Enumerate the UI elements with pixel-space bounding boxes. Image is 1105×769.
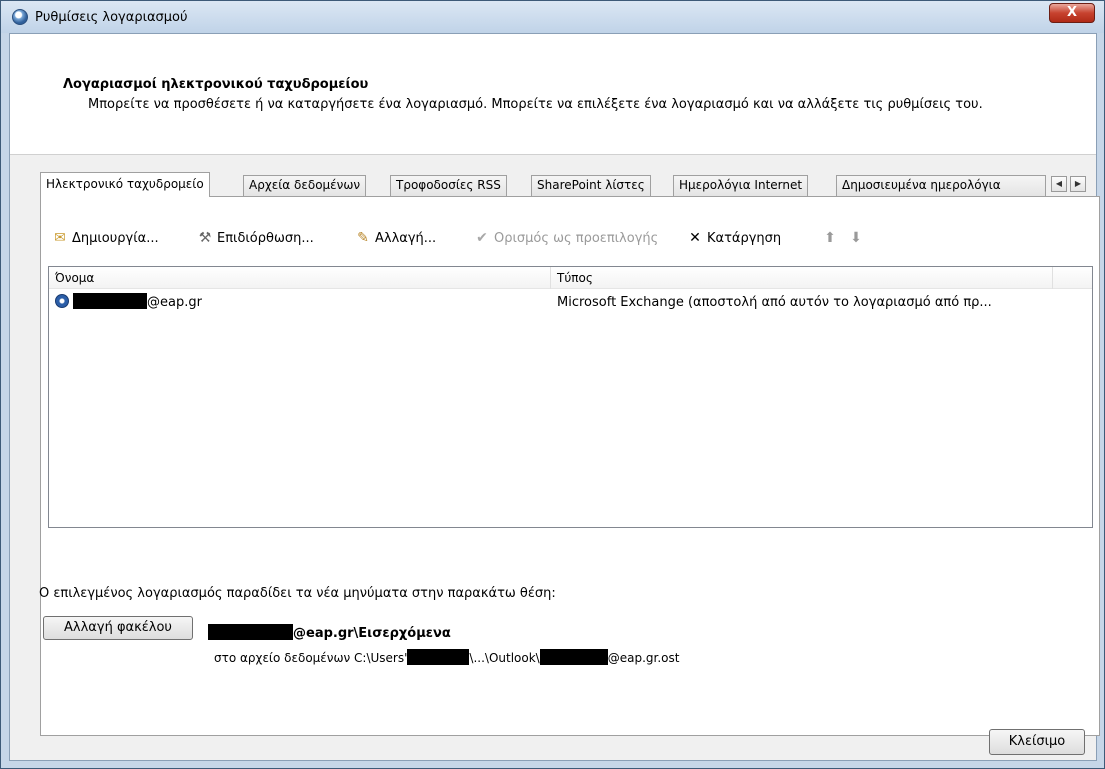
change-button[interactable]: ✎ Αλλαγή... [354, 227, 436, 249]
new-mail-icon: ✉ [54, 230, 66, 246]
redacted-folder-user [208, 624, 293, 640]
list-header: Όνομα Τύπος [49, 267, 1092, 289]
change-label: Αλλαγή... [375, 231, 437, 246]
delivery-folder-path: @eap.gr\Εισερχόμενα [208, 624, 451, 641]
redacted-file-user [539, 649, 608, 665]
move-up-button[interactable]: ⬆ [821, 227, 842, 249]
repair-tools-icon: ⚒ [198, 230, 212, 246]
account-toolbar: ✉ Δημιουργία... ⚒ Επιδιόρθωση... ✎ Αλλαγή..… [51, 227, 1091, 249]
check-circle-icon: ✔ [476, 230, 488, 246]
dialog-client-area: Λογαριασμοί ηλεκτρονικού ταχυδρομείου Μπ… [9, 33, 1100, 761]
tab-scroll-right-icon[interactable]: ▶ [1070, 176, 1086, 192]
close-button[interactable]: Κλείσιμο [989, 729, 1085, 755]
tab-rss-feeds[interactable]: Τροφοδοσίες RSS [390, 175, 507, 196]
arrow-up-icon: ⬆ [824, 230, 836, 246]
window-title: Ρυθμίσεις λογαριασμού [35, 10, 188, 25]
dialog-header: Λογαριασμοί ηλεκτρονικού ταχυδρομείου Μπ… [10, 34, 1096, 155]
arrow-down-icon: ⬇ [850, 230, 862, 246]
tab-email[interactable]: Ηλεκτρονικό ταχυδρομείο [40, 172, 210, 197]
title-bar[interactable]: Ρυθμίσεις λογαριασμού X [1, 1, 1104, 33]
tab-strip: Ηλεκτρονικό ταχυδρομείο Αρχεία δεδομένων… [40, 172, 1100, 197]
account-settings-window: Ρυθμίσεις λογαριασμού X Λογαριασμοί ηλεκ… [0, 0, 1105, 769]
tab-published-calendars[interactable]: Δημοσιευμένα ημερολόγια [836, 175, 1046, 196]
tab-data-files[interactable]: Αρχεία δεδομένων [243, 175, 367, 196]
change-folder-button[interactable]: Αλλαγή φακέλου [43, 616, 193, 640]
header-description: Μπορείτε να προσθέσετε ή να καταργήσετε … [88, 97, 983, 112]
header-title: Λογαριασμοί ηλεκτρονικού ταχυδρομείου [63, 77, 369, 92]
account-default-icon [55, 294, 69, 308]
data-file-middle: \...\Outlook\ [469, 651, 540, 665]
move-down-button[interactable]: ⬇ [847, 227, 868, 249]
remove-x-icon: ✕ [689, 230, 701, 246]
new-account-label: Δημιουργία... [72, 231, 159, 246]
change-settings-icon: ✎ [357, 230, 369, 246]
repair-label: Επιδιόρθωση... [217, 231, 314, 246]
folder-path-suffix: @eap.gr\Εισερχόμενα [293, 626, 451, 641]
outlook-app-icon [12, 9, 28, 25]
column-header-type[interactable]: Τύπος [551, 267, 1053, 289]
set-default-label: Ορισμός ως προεπιλογής [494, 231, 659, 246]
data-file-prefix: στο αρχείο δεδομένων C:\Users' [214, 651, 408, 665]
new-account-button[interactable]: ✉ Δημιουργία... [51, 227, 159, 249]
redacted-name [73, 293, 147, 309]
account-type-cell: Microsoft Exchange (αποστολή από αυτόν τ… [557, 295, 992, 310]
close-window-button[interactable]: X [1049, 3, 1095, 23]
tab-internet-calendars[interactable]: Ημερολόγια Internet [673, 175, 809, 196]
set-default-button[interactable]: ✔ Ορισμός ως προεπιλογής [473, 227, 658, 249]
data-file-suffix: @eap.gr.ost [607, 651, 680, 665]
remove-label: Κατάργηση [707, 231, 782, 246]
tab-scroll-left-icon[interactable]: ◀ [1051, 176, 1067, 192]
account-name-suffix: @eap.gr [147, 295, 202, 310]
account-name-cell: @eap.gr [55, 290, 549, 316]
email-tab-panel: ✉ Δημιουργία... ⚒ Επιδιόρθωση... ✎ Αλλαγή..… [39, 196, 1100, 736]
accounts-list[interactable]: Όνομα Τύπος @eap.gr Microsoft Exchange (… [48, 266, 1093, 528]
delivery-location-label: Ο επιλεγμένος λογαριασμός παραδίδει τα ν… [39, 586, 556, 601]
tab-sharepoint-lists[interactable]: SharePoint λίστες [531, 175, 651, 196]
column-header-name[interactable]: Όνομα [49, 267, 551, 289]
remove-button[interactable]: ✕ Κατάργηση [686, 227, 781, 249]
table-row[interactable]: @eap.gr Microsoft Exchange (αποστολή από… [49, 290, 1092, 316]
delivery-data-file: στο αρχείο δεδομένων C:\Users' \...\Outlo… [214, 649, 679, 665]
redacted-user-dir [407, 649, 470, 665]
repair-button[interactable]: ⚒ Επιδιόρθωση... [196, 227, 314, 249]
